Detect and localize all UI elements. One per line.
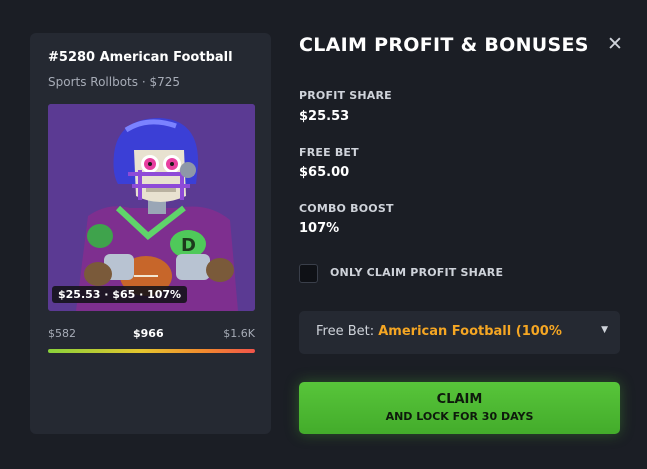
rollbot-football-illustration: D: [48, 104, 255, 311]
price-range-high: $1.6K: [223, 327, 255, 340]
only-profit-share-label: ONLY CLAIM PROFIT SHARE: [330, 266, 504, 279]
combo-boost-value: 107%: [299, 221, 340, 236]
free-bet-label: FREE BET: [299, 146, 359, 159]
close-icon[interactable]: ✕: [606, 33, 624, 55]
nft-title: #5280 American Football: [48, 50, 233, 65]
price-range-bar: [48, 349, 255, 353]
profit-share-label: PROFIT SHARE: [299, 89, 392, 102]
free-bet-select-text: Free Bet: American Football (100%: [316, 324, 596, 339]
combo-boost-label: COMBO BOOST: [299, 202, 394, 215]
nft-artwork: D $25.53 · $65 · 107%: [48, 104, 255, 311]
svg-text:D: D: [181, 235, 196, 256]
nft-stats-badge: $25.53 · $65 · 107%: [52, 286, 188, 303]
nft-collection-price: Sports Rollbots · $725: [48, 75, 180, 89]
free-bet-select[interactable]: Free Bet: American Football (100% ▼: [299, 311, 620, 354]
price-range-low: $582: [48, 327, 76, 340]
claim-button[interactable]: CLAIM AND LOCK FOR 30 DAYS: [299, 382, 620, 434]
price-range-current: $966: [133, 327, 164, 340]
chevron-down-icon: ▼: [601, 325, 608, 335]
only-profit-share-checkbox[interactable]: [299, 264, 318, 283]
free-bet-value: $65.00: [299, 165, 350, 180]
nft-card: #5280 American Football Sports Rollbots …: [30, 33, 271, 434]
free-bet-select-prefix: Free Bet:: [316, 324, 379, 339]
modal-title: CLAIM PROFIT & BONUSES: [299, 34, 589, 56]
claim-button-sublabel: AND LOCK FOR 30 DAYS: [385, 410, 534, 423]
profit-share-value: $25.53: [299, 109, 350, 124]
price-range-labels: $582 $966 $1.6K: [48, 327, 255, 341]
free-bet-select-value: American Football (100%: [378, 324, 562, 339]
claim-button-label: CLAIM: [436, 392, 483, 407]
